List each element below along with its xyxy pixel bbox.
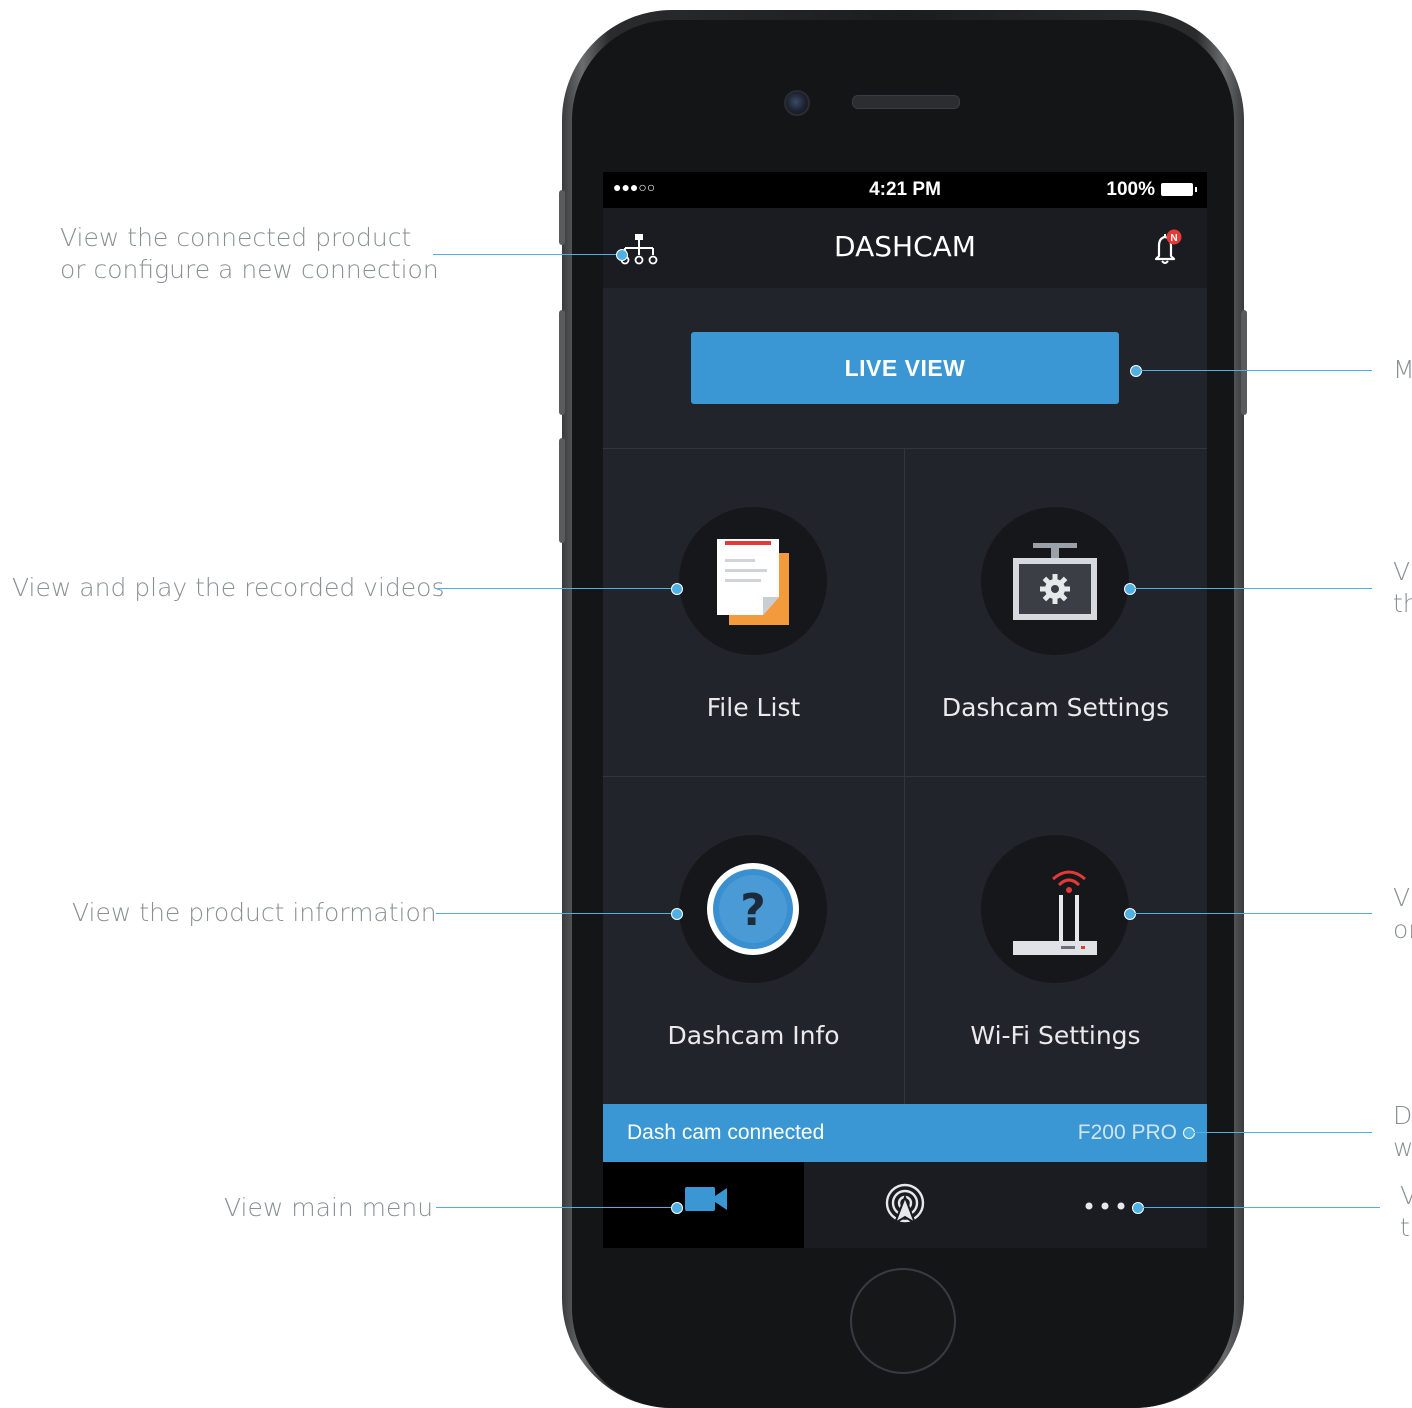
callout-connection-bar: D w (1393, 1100, 1412, 1164)
battery-percent: 100% (1106, 179, 1155, 200)
callout-connector-connection-bar (1193, 1132, 1372, 1133)
callout-wifi-line2: or (1393, 915, 1412, 944)
callout-connection-bar-line2: w (1393, 1133, 1412, 1162)
connection-status-bar[interactable]: Dash cam connected F200 PRO (603, 1104, 1207, 1162)
nav-bar: DASHCAM N (603, 208, 1207, 288)
callout-dot-connection (616, 249, 628, 261)
callout-connection-line1: View the connected product (60, 223, 412, 252)
front-camera (784, 90, 810, 116)
callout-settings: Vi th (1393, 556, 1412, 620)
tile-dashcam-settings[interactable]: Dashcam Settings (905, 449, 1206, 777)
callout-dot-videos (671, 583, 683, 595)
tile-label-file-list: File List (706, 693, 801, 722)
tab-broadcast[interactable] (804, 1162, 1005, 1248)
callout-connector-videos (436, 588, 674, 589)
callout-wifi: Vi or (1393, 882, 1412, 946)
notification-bell-icon[interactable]: N (1145, 226, 1185, 270)
app-title: DASHCAM (834, 230, 976, 263)
callout-more: V t (1400, 1180, 1412, 1244)
callout-connector-product-info (436, 913, 674, 914)
home-button[interactable] (850, 1268, 956, 1374)
connection-status-text: Dash cam connected (627, 1121, 825, 1144)
callout-dot-main-menu (671, 1202, 683, 1214)
callout-main-menu: View main menu (224, 1193, 434, 1222)
callout-live-view: M (1393, 355, 1412, 384)
tile-label-dashcam-settings: Dashcam Settings (941, 693, 1170, 722)
app-screen: ●●●○○ 4:21 PM 100% DASHCAM N LIVE VIEW F… (603, 172, 1207, 1248)
bottom-tab-bar (603, 1162, 1207, 1248)
callout-dot-settings (1124, 583, 1136, 595)
svg-text:?: ? (740, 885, 766, 936)
callout-more-line1: V (1400, 1181, 1412, 1210)
status-bar: ●●●○○ 4:21 PM 100% (603, 172, 1207, 208)
broadcast-icon (885, 1183, 925, 1226)
callout-product-info: View the product information (72, 898, 437, 927)
live-view-button[interactable]: LIVE VIEW (691, 332, 1119, 404)
tab-main-menu[interactable] (603, 1162, 804, 1248)
file-list-icon (679, 507, 827, 655)
callout-dot-more (1132, 1202, 1144, 1214)
callout-connector-settings (1134, 588, 1372, 589)
callout-dot-wifi (1124, 908, 1136, 920)
earpiece-speaker (852, 95, 960, 109)
tab-more[interactable] (1005, 1162, 1206, 1248)
callout-dot-connection-bar (1183, 1127, 1195, 1139)
callout-connector-connection (433, 254, 619, 255)
callout-dot-live-view (1130, 365, 1142, 377)
connected-model-name: F200 PRO (1077, 1121, 1177, 1144)
callout-settings-line2: th (1393, 589, 1412, 618)
wifi-router-icon (981, 835, 1129, 983)
callout-connection-bar-line1: D (1393, 1101, 1412, 1130)
callout-videos: View and play the recorded videos (12, 573, 445, 602)
notification-badge: N (1170, 233, 1177, 244)
tile-label-dashcam-info: Dashcam Info (667, 1021, 840, 1050)
video-camera-icon (685, 1187, 727, 1211)
battery-icon (1161, 183, 1197, 196)
mute-switch (559, 190, 565, 245)
tile-label-wifi-settings: Wi-Fi Settings (970, 1021, 1141, 1050)
callout-connection: View the connected product or configure … (60, 222, 439, 286)
tile-file-list[interactable]: File List (603, 449, 905, 777)
callout-more-line2: t (1400, 1213, 1410, 1242)
tile-dashcam-info[interactable]: ? Dashcam Info (603, 777, 905, 1104)
callout-wifi-line1: Vi (1393, 883, 1412, 912)
live-view-area: LIVE VIEW (603, 288, 1207, 449)
volume-down-button (559, 438, 565, 543)
callout-dot-product-info (671, 908, 683, 920)
callout-connector-live-view (1140, 370, 1372, 371)
callout-connection-line2: or configure a new connection (60, 255, 439, 284)
volume-up-button (559, 310, 565, 415)
callout-settings-line1: Vi (1393, 557, 1412, 586)
callout-connector-wifi (1134, 913, 1372, 914)
help-info-icon: ? (679, 835, 827, 983)
dashcam-settings-icon (981, 507, 1129, 655)
callout-connector-main-menu (436, 1207, 674, 1208)
callout-connector-more (1142, 1207, 1380, 1208)
tile-wifi-settings[interactable]: Wi-Fi Settings (905, 777, 1206, 1104)
power-button (1241, 310, 1247, 415)
page: ●●●○○ 4:21 PM 100% DASHCAM N LIVE VIEW F… (0, 0, 1412, 1408)
